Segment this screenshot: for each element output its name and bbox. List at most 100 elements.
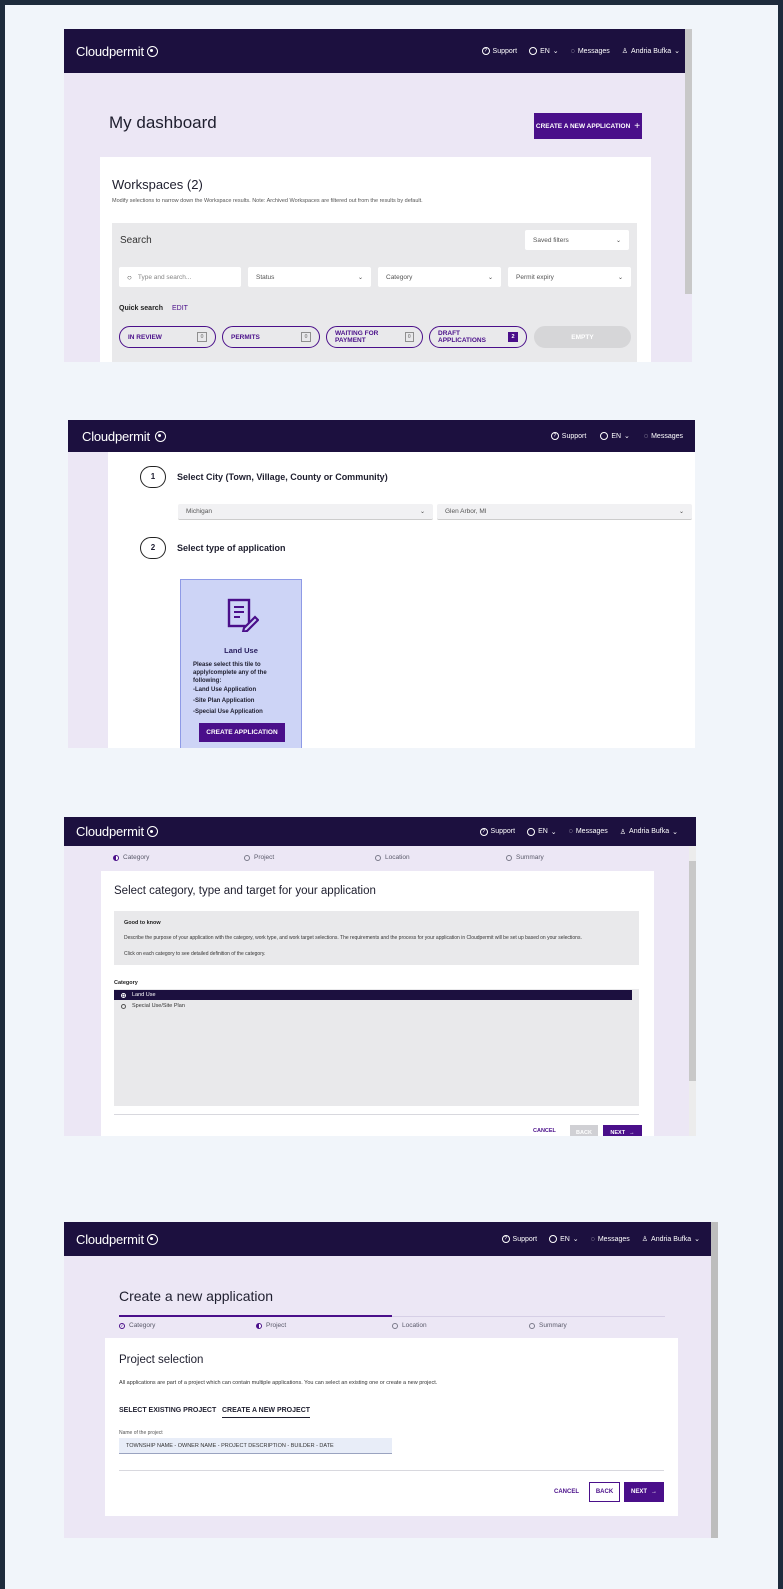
quick-search-permits[interactable]: PERMITS 0 xyxy=(222,326,320,348)
brand-logo[interactable]: Cloudpermit xyxy=(76,1232,158,1247)
pill-count-badge: 0 xyxy=(301,332,311,342)
messages-link[interactable]: ◌ Messages xyxy=(591,1236,630,1243)
empty-circle-icon xyxy=(506,854,512,861)
left-panel xyxy=(68,452,108,748)
status-select[interactable]: Status ⌄ xyxy=(248,267,371,287)
chevron-down-icon: ⌄ xyxy=(572,1236,579,1243)
support-link[interactable]: ? Support xyxy=(550,432,586,440)
chevron-down-icon: ⌄ xyxy=(617,274,623,281)
step-two-title: Select type of application xyxy=(177,543,286,553)
brand-logo[interactable]: Cloudpermit xyxy=(82,429,166,444)
plus-icon: + xyxy=(634,120,641,132)
state-select[interactable]: Michigan ⌄ xyxy=(178,504,433,520)
brand-logo[interactable]: Cloudpermit xyxy=(76,44,158,59)
quick-search-waiting-for-payment[interactable]: WAITING FOR PAYMENT 0 xyxy=(326,326,423,348)
saved-filters-select[interactable]: Saved filters ⌄ xyxy=(525,230,629,250)
chevron-down-icon: ⌄ xyxy=(419,509,425,515)
tab-select-existing-project[interactable]: SELECT EXISTING PROJECT xyxy=(119,1407,216,1414)
progress-fill xyxy=(119,1315,392,1317)
language-selector[interactable]: EN ⌄ xyxy=(600,432,630,440)
pill-label: WAITING FOR PAYMENT xyxy=(335,330,379,344)
brand-name: Cloudpermit xyxy=(76,1231,144,1247)
chevron-down-icon: ⌄ xyxy=(615,237,621,244)
category-option-land-use[interactable]: Land Use xyxy=(114,990,632,1000)
scrollbar[interactable] xyxy=(711,1222,718,1538)
option-label: Land Use xyxy=(132,992,156,998)
saved-filters-label: Saved filters xyxy=(533,236,569,244)
language-selector[interactable]: EN ⌄ xyxy=(529,47,559,55)
question-icon: ? xyxy=(501,1235,510,1243)
select-city-screenshot: Cloudpermit ? Support EN ⌄ ◌ Messages 1 Sel… xyxy=(68,420,695,748)
page-title: My dashboard xyxy=(109,113,217,132)
logo-mark-icon xyxy=(146,45,158,57)
chat-icon: ◌ xyxy=(568,828,573,835)
half-circle-icon xyxy=(256,1322,262,1329)
support-link[interactable]: ? Support xyxy=(501,1235,537,1243)
step-project: Project xyxy=(244,854,274,861)
back-button[interactable]: BACK xyxy=(589,1482,620,1502)
scrollbar[interactable] xyxy=(689,861,696,1081)
logo-mark-icon xyxy=(146,1233,158,1245)
category-select[interactable]: Category ⌄ xyxy=(378,267,501,287)
empty-circle-icon xyxy=(375,854,381,861)
half-circle-icon xyxy=(113,854,119,861)
support-link[interactable]: ? Support xyxy=(481,47,517,55)
next-label: NEXT xyxy=(630,1489,647,1495)
chevron-down-icon: ⌄ xyxy=(694,1236,700,1243)
create-application-button[interactable]: CREATE A NEW APPLICATION + xyxy=(534,113,642,139)
land-use-tile[interactable]: Land Use Please select this tile to appl… xyxy=(180,579,302,748)
cancel-button[interactable]: CANCEL xyxy=(554,1489,579,1495)
brand-logo[interactable]: Cloudpermit xyxy=(76,824,158,839)
chevron-down-icon: ⌄ xyxy=(552,48,559,55)
category-page-title: Select category, type and target for you… xyxy=(114,885,376,897)
quick-search-empty-slot[interactable]: EMPTY xyxy=(534,326,631,348)
user-menu[interactable]: ♙ Andria Bufka ⌄ xyxy=(620,828,678,836)
section-description: All applications are part of a project w… xyxy=(119,1380,438,1386)
top-navigation-bar: Cloudpermit ? Support EN ⌄ ◌ Messages xyxy=(68,420,695,452)
search-input[interactable]: ○ Type and search... xyxy=(119,267,241,287)
scrollbar[interactable] xyxy=(685,29,692,294)
messages-link[interactable]: ◌ Messages xyxy=(644,433,683,440)
step-two-number: 2 xyxy=(140,537,166,559)
project-name-input[interactable]: TOWNSHIP NAME - OWNER NAME - PROJECT DES… xyxy=(119,1438,392,1454)
language-selector[interactable]: EN ⌄ xyxy=(549,1235,579,1243)
messages-link[interactable]: ◌ Messages xyxy=(571,48,610,55)
messages-link[interactable]: ◌ Messages xyxy=(569,828,608,835)
cancel-button[interactable]: CANCEL xyxy=(533,1128,556,1134)
empty-circle-icon xyxy=(244,854,250,861)
edit-quick-search-link[interactable]: EDIT xyxy=(172,305,188,312)
radio-empty-icon xyxy=(121,1003,126,1009)
category-option-special-use[interactable]: Special Use/Site Plan xyxy=(114,1001,632,1011)
step-location: Location xyxy=(392,1322,427,1329)
user-menu[interactable]: ♙ Andria Bufka ⌄ xyxy=(642,1235,700,1244)
search-icon: ○ xyxy=(127,272,132,282)
category-listbox[interactable]: Land Use Special Use/Site Plan xyxy=(114,989,639,1106)
next-button[interactable]: NEXT → xyxy=(624,1482,664,1502)
workspaces-title: Workspaces (2) xyxy=(112,177,203,192)
check-circle-icon: ✓ xyxy=(119,1322,125,1329)
good-to-know-title: Good to know xyxy=(124,920,161,926)
brand-name: Cloudpermit xyxy=(82,428,150,444)
tab-create-new-project[interactable]: CREATE A NEW PROJECT xyxy=(222,1407,311,1418)
document-edit-icon xyxy=(227,598,260,637)
quick-search-in-review[interactable]: IN REVIEW 0 xyxy=(119,326,216,348)
create-application-button[interactable]: CREATE APPLICATION xyxy=(199,723,285,742)
support-link[interactable]: ? Support xyxy=(479,827,515,836)
back-button[interactable]: BACK xyxy=(570,1125,598,1136)
good-to-know-box: Good to know Describe the purpose of you… xyxy=(114,911,639,965)
category-card: Select category, type and target for you… xyxy=(101,871,654,1136)
empty-circle-icon xyxy=(392,1322,398,1329)
pill-count-badge: 0 xyxy=(197,332,207,342)
logo-mark-icon xyxy=(154,430,166,442)
brand-name: Cloudpermit xyxy=(76,824,144,839)
city-select[interactable]: Glen Arbor, MI ⌄ xyxy=(437,504,692,520)
workspaces-card: Workspaces (2) Modify selections to narr… xyxy=(100,157,651,362)
step-location: Location xyxy=(375,854,410,861)
permit-expiry-select[interactable]: Permit expiry ⌄ xyxy=(508,267,631,287)
quick-search-label: Quick search xyxy=(119,305,163,312)
quick-search-draft-applications[interactable]: DRAFT APPLICATIONS 2 xyxy=(429,326,527,348)
next-button[interactable]: NEXT → xyxy=(603,1125,642,1136)
user-menu[interactable]: ♙ Andria Bufka ⌄ xyxy=(622,47,680,56)
top-navigation-bar: Cloudpermit ? Support EN ⌄ ◌ Messages ♙ Andr… xyxy=(64,1222,718,1256)
language-selector[interactable]: EN ⌄ xyxy=(527,827,557,836)
